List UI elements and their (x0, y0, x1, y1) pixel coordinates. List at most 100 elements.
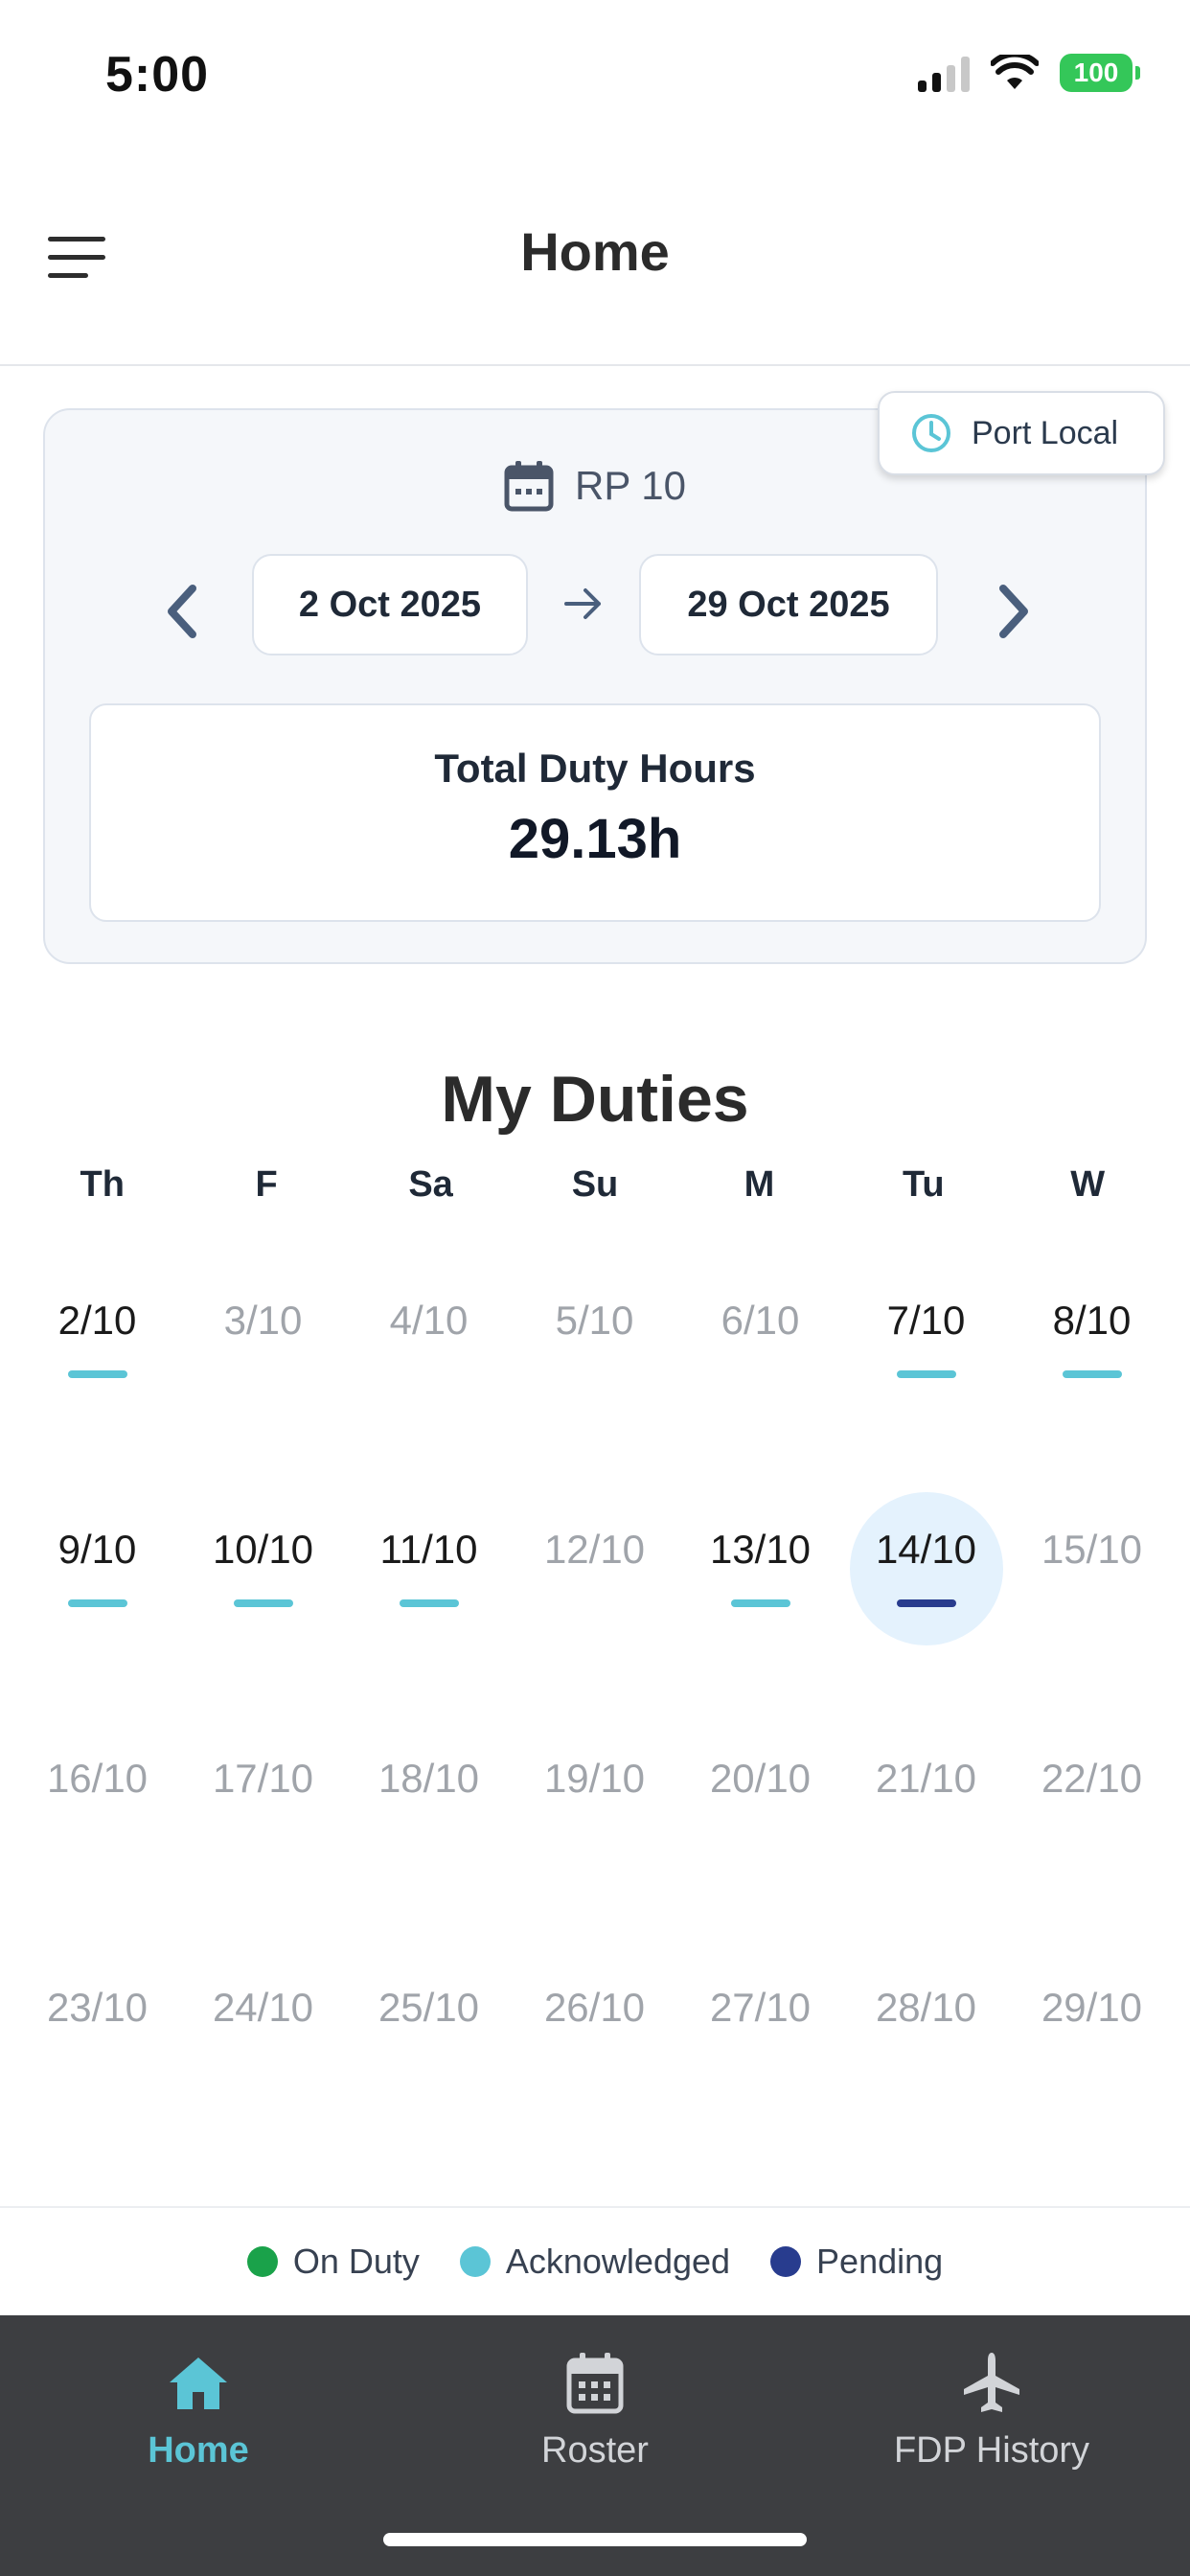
calendar-day[interactable]: 9/10 (14, 1492, 180, 1645)
legend-dot (459, 2246, 491, 2277)
calendar-day[interactable]: 7/10 (843, 1263, 1009, 1416)
calendar-icon (566, 2353, 624, 2414)
duty-status-indicator (1063, 1370, 1122, 1378)
calendar-day-label: 17/10 (212, 1756, 314, 1801)
calendar-day[interactable]: 27/10 (677, 1950, 843, 2104)
calendar-day[interactable]: 26/10 (512, 1950, 677, 2104)
period-card: RP 10 2 Oct 2025 29 Oct 2025 Total Duty … (43, 408, 1147, 964)
calendar-day-label: 19/10 (543, 1756, 646, 1801)
status-bar: 5:00 100 (0, 0, 1190, 144)
duty-status-indicator (897, 1370, 956, 1378)
calendar-day[interactable]: 19/10 (512, 1721, 677, 1874)
airplane-icon (964, 2353, 1019, 2412)
clock-icon (912, 414, 950, 452)
calendar-day[interactable]: 14/10 (843, 1492, 1009, 1645)
calendar-day-label: 15/10 (1041, 1527, 1143, 1572)
status-time: 5:00 (105, 47, 210, 103)
calendar-day-label: 22/10 (1041, 1756, 1143, 1801)
arrow-right-icon (564, 588, 601, 619)
port-local-label: Port Local (972, 414, 1119, 451)
calendar-day[interactable]: 20/10 (677, 1721, 843, 1874)
calendar-day[interactable]: 28/10 (843, 1950, 1009, 2104)
prev-period-button[interactable] (152, 573, 210, 650)
calendar-day-label: 11/10 (379, 1527, 478, 1572)
calendar-day-label: 25/10 (378, 1985, 480, 2030)
home-indicator (383, 2533, 807, 2546)
calendar-day-label: 24/10 (212, 1985, 314, 2030)
cellular-signal-icon (918, 54, 970, 92)
port-local-button[interactable]: Port Local (878, 391, 1165, 475)
legend-dot (246, 2246, 278, 2277)
weekday-label: W (1070, 1164, 1106, 1205)
calendar-day[interactable]: 24/10 (180, 1950, 346, 2104)
calendar-day[interactable]: 6/10 (677, 1263, 843, 1416)
tab-fdp-history[interactable]: FDP History (848, 2344, 1135, 2472)
calendar-day[interactable]: 2/10 (14, 1263, 180, 1416)
duty-status-indicator (400, 1599, 459, 1607)
weekday-label: Th (80, 1164, 125, 1205)
calendar-day-label: 14/10 (875, 1527, 977, 1572)
end-date[interactable]: 29 Oct 2025 (639, 554, 938, 656)
total-duty-label: Total Duty Hours (434, 746, 756, 791)
weekday-label: Tu (903, 1164, 945, 1205)
calendar-day[interactable]: 12/10 (512, 1492, 677, 1645)
page-title: Home (520, 221, 670, 282)
calendar-day[interactable]: 15/10 (1009, 1492, 1175, 1645)
chevron-right-icon (999, 585, 1028, 638)
legend-dot (770, 2246, 802, 2277)
calendar-day[interactable]: 21/10 (843, 1721, 1009, 1874)
calendar-day[interactable]: 29/10 (1009, 1950, 1175, 2104)
status-legend: On Duty Acknowledged Pending (0, 2206, 1190, 2315)
calendar-day-label: 5/10 (555, 1298, 634, 1343)
calendar-day[interactable]: 4/10 (346, 1263, 512, 1416)
calendar-day-label: 7/10 (886, 1298, 966, 1343)
top-header: Home (0, 163, 1190, 366)
weekday-label: Su (571, 1164, 619, 1205)
calendar-day[interactable]: 17/10 (180, 1721, 346, 1874)
duty-status-indicator (234, 1599, 293, 1607)
legend-item: On Duty (246, 2242, 420, 2282)
legend-item: Acknowledged (459, 2242, 730, 2282)
duty-status-indicator (897, 1599, 956, 1607)
calendar-day[interactable]: 11/10 (346, 1492, 512, 1645)
calendar-day[interactable]: 23/10 (14, 1950, 180, 2104)
calendar-day[interactable]: 16/10 (14, 1721, 180, 1874)
calendar-day[interactable]: 8/10 (1009, 1263, 1175, 1416)
next-period-button[interactable] (986, 573, 1043, 650)
duties-title: My Duties (441, 1063, 749, 1136)
home-icon (170, 2358, 227, 2409)
tab-roster[interactable]: Roster (451, 2344, 739, 2472)
calendar-day[interactable]: 5/10 (512, 1263, 677, 1416)
tab-home[interactable]: Home (55, 2344, 342, 2472)
calendar-day-label: 2/10 (57, 1298, 137, 1343)
calendar-day[interactable]: 10/10 (180, 1492, 346, 1645)
start-date[interactable]: 2 Oct 2025 (252, 554, 528, 656)
tab-roster-label: Roster (541, 2430, 649, 2471)
calendar-day-label: 10/10 (212, 1527, 314, 1572)
calendar-day-label: 20/10 (709, 1756, 812, 1801)
weekday-header: Th F Sa Su M Tu W (0, 1164, 1190, 1206)
calendar-week-row: 16/10 17/10 18/10 19/10 20/10 21/10 22/10 (0, 1721, 1190, 1874)
tab-home-label: Home (148, 2430, 249, 2471)
legend-label: On Duty (292, 2242, 420, 2281)
battery-icon: 100 (1060, 54, 1140, 92)
calendar-day-label: 18/10 (378, 1756, 480, 1801)
calendar-day-label: 9/10 (57, 1527, 137, 1572)
calendar-day-label: 27/10 (709, 1985, 812, 2030)
total-duty-hours: Total Duty Hours 29.13h (89, 703, 1101, 922)
chevron-left-icon (168, 585, 196, 638)
calendar-day-label: 21/10 (875, 1756, 977, 1801)
calendar-day[interactable]: 25/10 (346, 1950, 512, 2104)
calendar-day-label: 3/10 (223, 1298, 303, 1343)
calendar-day-label: 13/10 (709, 1527, 812, 1572)
calendar-day-label: 4/10 (389, 1298, 469, 1343)
calendar-day[interactable]: 18/10 (346, 1721, 512, 1874)
weekday-label: Sa (408, 1164, 453, 1205)
calendar-day[interactable]: 22/10 (1009, 1721, 1175, 1874)
rp-label: RP 10 (575, 463, 686, 508)
calendar-day[interactable]: 13/10 (677, 1492, 843, 1645)
calendar-day-label: 29/10 (1041, 1985, 1143, 2030)
calendar-icon (504, 461, 554, 512)
calendar-day[interactable]: 3/10 (180, 1263, 346, 1416)
weekday-label: M (744, 1164, 775, 1205)
